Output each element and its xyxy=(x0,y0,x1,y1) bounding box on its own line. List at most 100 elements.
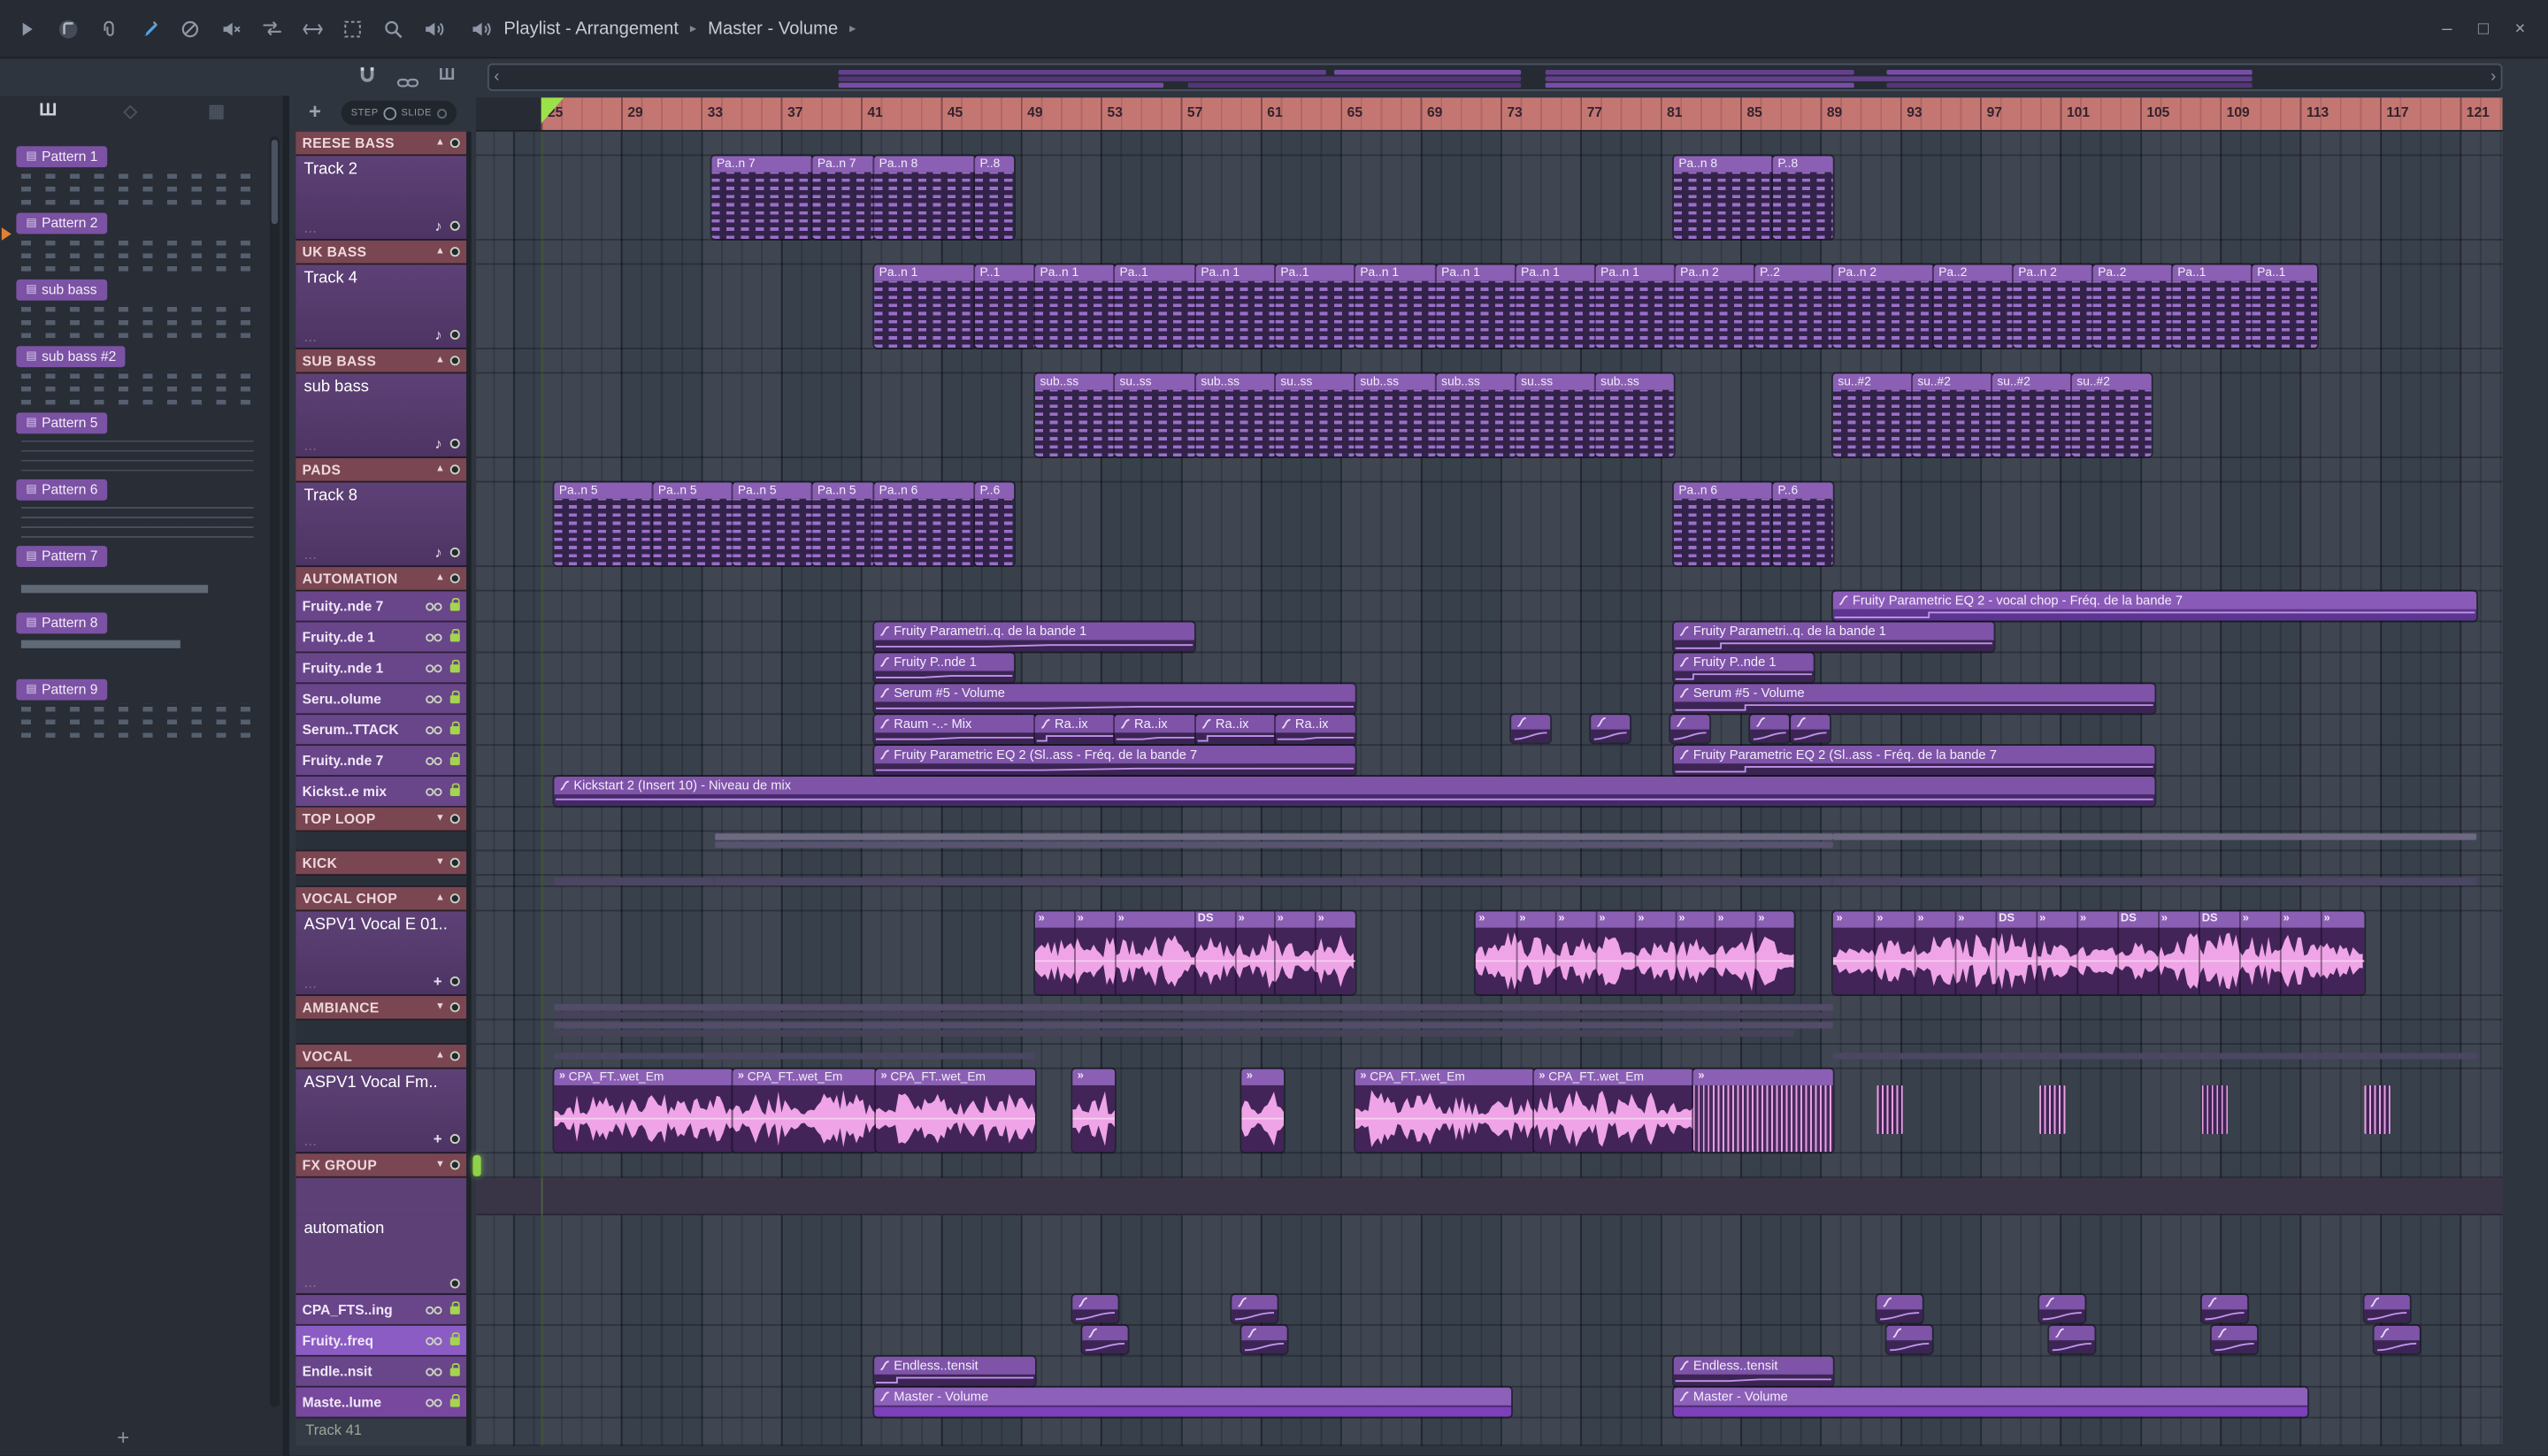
pattern-label[interactable]: ▤ Pattern 8 xyxy=(16,612,108,634)
automation-clip[interactable] xyxy=(1791,715,1830,743)
link-nodes-icon[interactable] xyxy=(426,786,442,796)
automation-track-maste-lume[interactable]: Maste..lume xyxy=(295,1387,467,1419)
lock-icon[interactable] xyxy=(449,658,460,672)
collapse-arrow-icon[interactable]: ▲ xyxy=(435,247,445,257)
pattern-item[interactable]: ▤ Pattern 5 xyxy=(0,403,266,471)
audio-clip[interactable]: » » » » » » » » xyxy=(1475,911,1794,995)
pattern-label[interactable]: ▤ Pattern 7 xyxy=(16,546,108,568)
collapse-arrow-icon[interactable]: ▲ xyxy=(435,893,445,903)
track-group-vocal[interactable]: VOCAL ▲ xyxy=(295,1045,467,1069)
breadcrumb-master-volume[interactable]: Master - Volume xyxy=(708,19,838,38)
play-icon[interactable] xyxy=(16,17,39,40)
pattern-scrollbar[interactable] xyxy=(269,136,280,1407)
pattern-clip[interactable]: Pa..n 8 xyxy=(874,156,976,239)
pattern-clip[interactable]: Pa..2 xyxy=(1933,264,2014,349)
pattern-clip[interactable]: Pa..n 5 xyxy=(812,482,875,566)
lock-icon[interactable] xyxy=(449,782,460,796)
automation-clip[interactable]: Fruity P..nde 1 xyxy=(1673,653,1814,683)
audio-clip[interactable]: » CPA_FT..wet_Em xyxy=(733,1069,876,1153)
pattern-item[interactable]: ▤ sub bass #2 xyxy=(0,336,266,405)
pattern-clip[interactable]: Pa..n 8 xyxy=(1673,156,1773,239)
automation-clip[interactable] xyxy=(2201,1294,2248,1323)
automation-track-fruity-nde-7[interactable]: Fruity..nde 7 xyxy=(295,746,467,777)
collapse-arrow-icon[interactable]: ▲ xyxy=(435,464,445,474)
breadcrumb-playlist[interactable]: Playlist - Arrangement xyxy=(503,19,679,38)
automation-clip[interactable] xyxy=(1241,1325,1287,1353)
fl-logo-icon[interactable] xyxy=(57,17,80,40)
collapsed-clip-strip[interactable] xyxy=(554,1053,1035,1060)
pattern-clip[interactable]: su..ss xyxy=(1275,373,1355,457)
automation-clip[interactable] xyxy=(1750,715,1790,743)
pan-cross-icon[interactable]: + xyxy=(434,1130,442,1146)
automation-clip[interactable] xyxy=(1591,715,1631,743)
collapse-arrow-icon[interactable]: ▼ xyxy=(435,814,445,824)
audio-clip[interactable]: » xyxy=(1072,1069,1115,1153)
maximize-button[interactable]: □ xyxy=(2478,19,2489,38)
automation-clip[interactable]: Endless..tensit xyxy=(874,1356,1035,1386)
lock-icon[interactable] xyxy=(449,1392,460,1406)
collapsed-clip-strip[interactable] xyxy=(554,877,714,886)
automation-track-seru-olume[interactable]: Seru..olume xyxy=(295,684,467,716)
audio-clip[interactable]: » xyxy=(1241,1069,1285,1153)
automation-clip[interactable]: Fruity Parametric EQ 2 (Sl..ass - Fréq. … xyxy=(874,746,1355,776)
automation-clip[interactable] xyxy=(2039,1294,2085,1323)
automation-clip[interactable]: Ra..ix xyxy=(1275,715,1355,745)
lock-icon[interactable] xyxy=(449,689,460,703)
lock-icon[interactable] xyxy=(449,627,460,641)
automation-clip[interactable] xyxy=(1072,1294,1118,1323)
track-group-sub-bass[interactable]: SUB BASS ▲ xyxy=(295,349,467,374)
mute-led[interactable] xyxy=(449,220,460,231)
mute-led[interactable] xyxy=(449,893,460,904)
automation-clip[interactable]: Raum -..- Mix xyxy=(874,715,1035,745)
mute-led[interactable] xyxy=(449,464,460,475)
automation-clip[interactable]: Ra..ix xyxy=(1034,715,1115,745)
pattern-label[interactable]: ▤ Pattern 2 xyxy=(16,212,108,234)
automation-clip[interactable] xyxy=(1670,715,1710,743)
scroll-left-icon[interactable]: ‹ xyxy=(494,66,499,89)
pattern-item[interactable]: ▤ Pattern 9 xyxy=(0,670,266,738)
audio-bit-clip[interactable] xyxy=(2039,1084,2066,1135)
grid-view-icon[interactable]: Ш xyxy=(439,66,455,84)
slide-led[interactable] xyxy=(436,108,447,119)
automation-clip[interactable] xyxy=(2364,1294,2410,1323)
collapsed-clip-strip[interactable] xyxy=(554,1012,1833,1019)
pattern-clip[interactable]: Pa..1 xyxy=(2252,264,2318,349)
pattern-clip[interactable]: Pa..n 5 xyxy=(653,482,733,566)
playlist-overview-scrollbar[interactable]: ‹ › xyxy=(487,63,2503,91)
mute-led[interactable] xyxy=(449,1160,460,1170)
pattern-clip[interactable]: Pa..n 5 xyxy=(554,482,654,566)
audio-bit-clip[interactable] xyxy=(1876,1084,1903,1135)
mute-led[interactable] xyxy=(449,976,460,986)
pattern-clip[interactable]: sub..ss xyxy=(1355,373,1437,457)
link-nodes-icon[interactable] xyxy=(426,602,442,610)
audio-bit-clip[interactable] xyxy=(2364,1084,2391,1135)
pattern-clip[interactable]: Pa..1 xyxy=(1114,264,1196,349)
pattern-clip[interactable]: sub..ss xyxy=(1436,373,1516,457)
note-icon[interactable]: ♪ xyxy=(434,544,441,560)
mute-led[interactable] xyxy=(449,356,460,366)
stretch-tool-icon[interactable] xyxy=(301,17,324,40)
zoom-tool-icon[interactable] xyxy=(382,17,405,40)
automation-clip[interactable] xyxy=(1876,1294,1923,1323)
track-group-automation[interactable]: AUTOMATION ▲ xyxy=(295,567,467,592)
pattern-clip[interactable]: Pa..n 6 xyxy=(874,482,976,566)
track-group-pads[interactable]: PADS ▲ xyxy=(295,457,467,483)
automation-clip[interactable]: Ra..ix xyxy=(1195,715,1276,745)
note-icon[interactable]: ♪ xyxy=(434,435,441,451)
automation-clip[interactable]: Endless..tensit xyxy=(1673,1356,1833,1386)
minimize-button[interactable]: – xyxy=(2442,19,2452,38)
collapsed-clip-strip[interactable] xyxy=(715,841,1833,848)
automation-clip[interactable]: Fruity Parametric EQ 2 (Sl..ass - Fréq. … xyxy=(1673,746,2155,776)
pattern-clip[interactable]: Pa..n 5 xyxy=(733,482,813,566)
track-group-ambiance[interactable]: AMBIANCE ▼ xyxy=(295,995,467,1021)
select-tool-icon[interactable] xyxy=(342,17,365,40)
automation-track-fruity-nde-1[interactable]: Fruity..nde 1 xyxy=(295,653,467,685)
pattern-item[interactable]: ▤ sub bass xyxy=(0,270,266,339)
automation-clip[interactable]: Serum #5 - Volume xyxy=(1673,684,2155,714)
track-aspv1-vocal-fm-[interactable]: ASPV1 Vocal Fm.. ⋯ + xyxy=(295,1069,467,1154)
magnet-snap-icon[interactable] xyxy=(357,65,377,94)
pattern-clip[interactable]: su..ss xyxy=(1516,373,1596,457)
automation-track-serum-ttack[interactable]: Serum..TTACK xyxy=(295,715,467,747)
pattern-clip[interactable]: Pa..n 6 xyxy=(1673,482,1773,566)
automation-track-fruity-de-1[interactable]: Fruity..de 1 xyxy=(295,622,467,654)
